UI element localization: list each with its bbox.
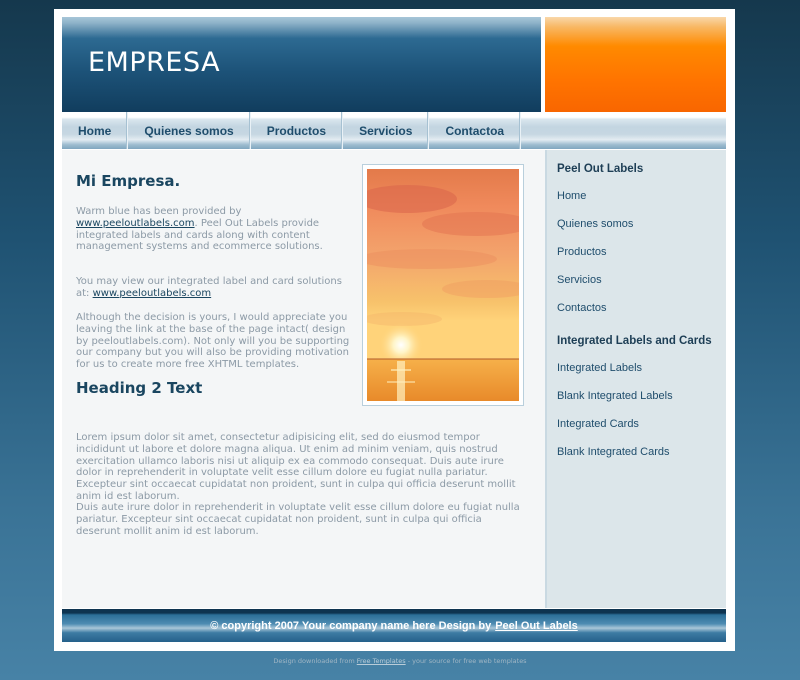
header-orange-block [545, 17, 726, 114]
sidebar-item-servicios[interactable]: Servicios [557, 274, 633, 302]
duis-paragraph: Duis aute irure dolor in reprehenderit i… [76, 502, 520, 537]
sidebar-item-contactos[interactable]: Contactos [557, 302, 633, 330]
nav-item-productos[interactable]: Productos [251, 112, 344, 149]
sidebar-list-main: Home Quienes somos Productos Servicios C… [557, 190, 633, 330]
lorem-paragraph: Lorem ipsum dolor sit amet, consectetur … [76, 432, 516, 502]
footer-copyright: © copyright 2007 Your company name here … [210, 619, 492, 632]
free-templates-link[interactable]: Free Templates [357, 657, 406, 665]
sidebar-item-productos[interactable]: Productos [557, 246, 633, 274]
template-credit: Design downloaded from Free Templates - … [0, 657, 800, 665]
sidebar-item-home[interactable]: Home [557, 190, 633, 218]
credit-text-start: Design downloaded from [273, 657, 357, 665]
footer-design-link[interactable]: Peel Out Labels [495, 620, 578, 632]
sunset-image [367, 169, 519, 401]
intro-paragraph: Warm blue has been provided by www.peelo… [76, 206, 354, 253]
sidebar-item-blank-integrated-labels[interactable]: Blank Integrated Labels [557, 390, 673, 418]
nav-item-quienes-somos[interactable]: Quienes somos [128, 112, 251, 149]
sidebar-list-integrated: Integrated Labels Blank Integrated Label… [557, 362, 673, 474]
page-title: Mi Empresa. [76, 172, 181, 190]
sidebar-heading-integrated: Integrated Labels and Cards [557, 335, 712, 347]
nav-item-home[interactable]: Home [62, 112, 129, 149]
main-content: Mi Empresa. Warm blue has been provided … [62, 150, 545, 608]
peeloutlabels-link[interactable]: www.peeloutlabels.com [76, 218, 195, 229]
footer-bar: © copyright 2007 Your company name here … [62, 609, 726, 642]
nav-item-servicios[interactable]: Servicios [343, 112, 430, 149]
sidebar-heading-peel-out: Peel Out Labels [557, 163, 644, 175]
sidebar: Peel Out Labels Home Quienes somos Produ… [545, 150, 726, 608]
view-solutions-paragraph: You may view our integrated label and ca… [76, 276, 354, 300]
nav-item-contactoa[interactable]: Contactoa [429, 112, 522, 149]
sidebar-item-quienes-somos[interactable]: Quienes somos [557, 218, 633, 246]
sidebar-item-blank-integrated-cards[interactable]: Blank Integrated Cards [557, 446, 673, 474]
decision-paragraph: Although the decision is yours, I would … [76, 312, 350, 371]
peeloutlabels-link-2[interactable]: www.peeloutlabels.com [93, 288, 212, 299]
site-logo[interactable]: EMPRESA [88, 47, 220, 78]
sidebar-item-integrated-cards[interactable]: Integrated Cards [557, 418, 673, 446]
main-nav: Home Quienes somos Productos Servicios C… [62, 112, 726, 149]
intro-text-start: Warm blue has been provided by [76, 206, 242, 217]
heading-2: Heading 2 Text [76, 379, 203, 397]
page-frame: EMPRESA Home Quienes somos Productos Ser… [54, 9, 735, 651]
sidebar-item-integrated-labels[interactable]: Integrated Labels [557, 362, 673, 390]
sunset-photo [362, 164, 524, 406]
credit-text-end: - your source for free web templates [405, 657, 527, 665]
header-banner: EMPRESA [62, 17, 541, 114]
